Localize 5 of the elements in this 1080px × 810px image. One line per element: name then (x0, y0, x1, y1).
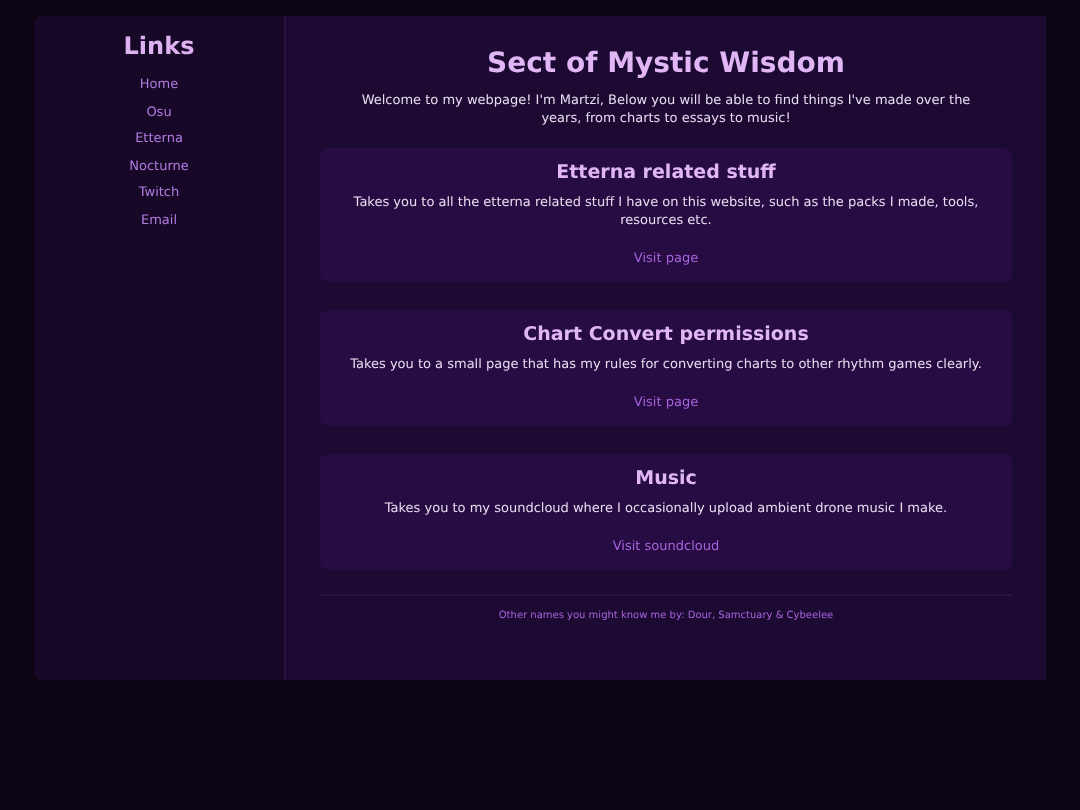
card-title: Etterna related stuff (556, 162, 776, 184)
sidebar-title: Links (123, 32, 195, 60)
card-title: Music (635, 468, 697, 490)
card-title: Chart Convert permissions (523, 324, 809, 346)
page-title: Sect of Mystic Wisdom (485, 48, 847, 80)
